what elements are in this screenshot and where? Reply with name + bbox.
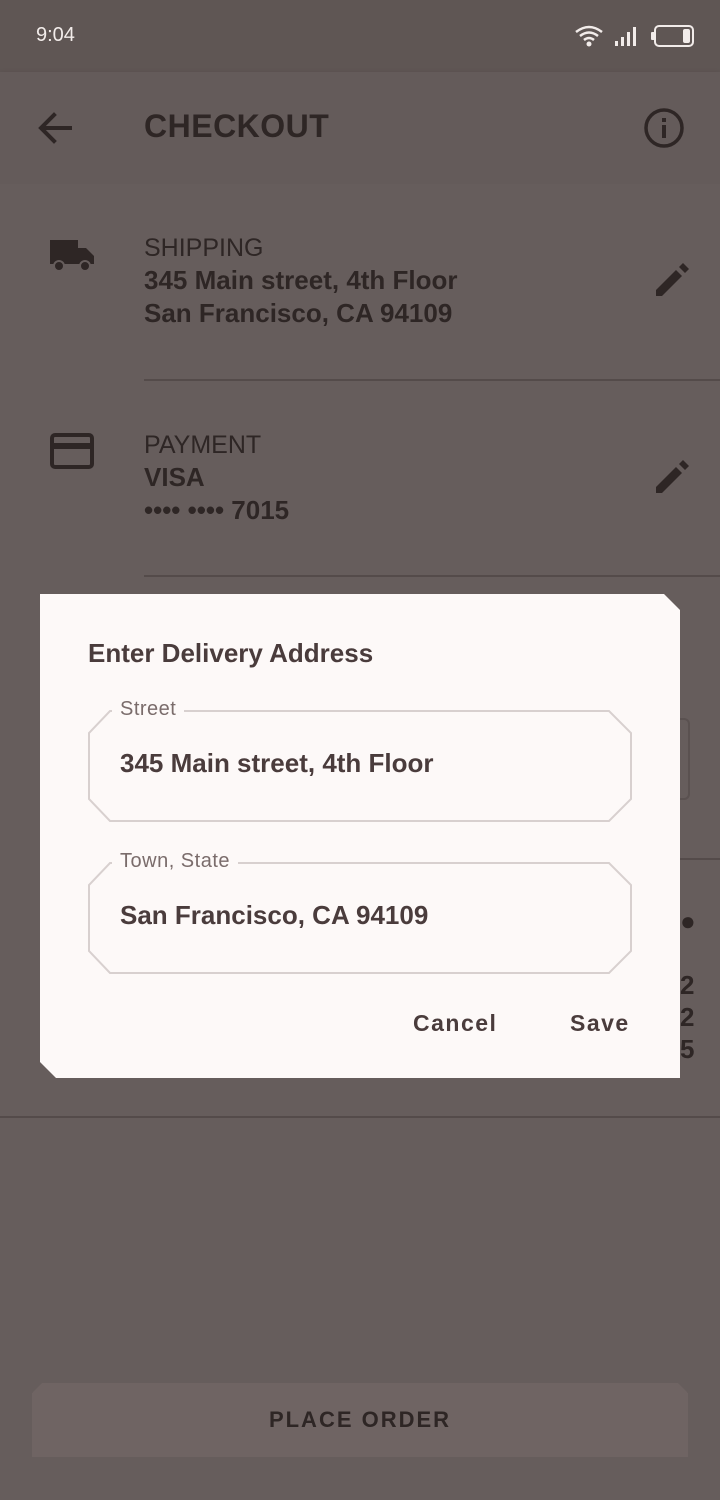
status-icons — [574, 20, 696, 52]
street-input[interactable]: 345 Main street, 4th Floor — [120, 748, 434, 779]
arrow-back-icon — [38, 112, 72, 144]
delivery-address-dialog: Enter Delivery Address Street 345 Main s… — [40, 594, 680, 1078]
page-title: CHECKOUT — [144, 108, 330, 144]
dialog-title: Enter Delivery Address — [88, 638, 374, 668]
app-bar: CHECKOUT — [0, 72, 720, 184]
cancel-button[interactable]: Cancel — [413, 1010, 497, 1037]
payment-row: PAYMENT VISA •••• •••• 7015 — [0, 381, 720, 577]
divider — [144, 575, 720, 577]
pencil-icon — [656, 460, 689, 493]
signal-icon — [615, 27, 636, 46]
edit-payment-button[interactable] — [648, 453, 696, 501]
edit-shipping-button[interactable] — [648, 256, 696, 304]
street-label: Street — [112, 698, 184, 721]
pencil-icon — [656, 263, 689, 296]
save-button[interactable]: Save — [570, 1010, 630, 1037]
shipping-address-line1: 345 Main street, 4th Floor — [144, 265, 458, 295]
obscured-text: 2 — [680, 1002, 695, 1032]
payment-card-number: •••• •••• 7015 — [144, 495, 290, 525]
battery-icon — [651, 25, 694, 47]
info-button[interactable] — [638, 102, 690, 154]
payment-card-type: VISA — [144, 462, 205, 492]
obscured-text: 2 — [680, 970, 695, 1000]
town-state-label: Town, State — [112, 850, 238, 873]
back-button[interactable] — [30, 104, 80, 154]
payment-text: PAYMENT VISA •••• •••• 7015 — [144, 429, 289, 527]
shipping-label: SHIPPING — [144, 234, 264, 262]
status-bar: 9:04 — [0, 0, 720, 72]
payment-label: PAYMENT — [144, 431, 262, 459]
obscured-text: ● — [680, 906, 696, 936]
shipping-address-line2: San Francisco, CA 94109 — [144, 298, 453, 328]
credit-card-icon — [50, 433, 94, 469]
shipping-row: SHIPPING 345 Main street, 4th Floor San … — [0, 184, 720, 380]
street-field[interactable]: Street 345 Main street, 4th Floor — [88, 710, 632, 822]
town-state-input[interactable]: San Francisco, CA 94109 — [120, 900, 428, 931]
divider — [0, 1116, 720, 1118]
truck-icon — [50, 240, 94, 272]
town-state-field[interactable]: Town, State San Francisco, CA 94109 — [88, 862, 632, 974]
info-icon — [644, 108, 684, 148]
wifi-icon — [575, 25, 603, 47]
status-time: 9:04 — [36, 24, 75, 46]
place-order-label: PLACE ORDER — [268, 1407, 452, 1432]
obscured-text: 5 — [680, 1034, 695, 1064]
shipping-text: SHIPPING 345 Main street, 4th Floor San … — [144, 232, 458, 330]
place-order-button[interactable]: PLACE ORDER — [32, 1383, 688, 1457]
